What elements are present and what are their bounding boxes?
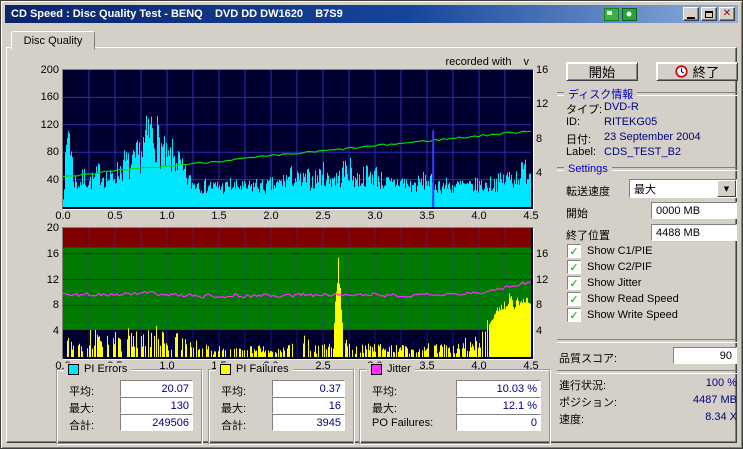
disc-type-label: タイプ: (566, 104, 603, 116)
disc-info-header: ディスク情報 (557, 86, 738, 102)
stat-label: 平均: (69, 386, 95, 398)
pi-errors-chart-canvas (63, 70, 531, 207)
legend-box-pi-errors: PI Errors 平均: 20.07 最大: 130 合計: 249506 (56, 363, 202, 444)
start-position-field[interactable]: 0000 MB (651, 202, 737, 219)
checkbox-icon: ✓ (567, 276, 581, 290)
chevron-down-icon[interactable]: ▼ (717, 180, 736, 197)
pi-errors-swatch (68, 363, 79, 375)
maximize-button[interactable] (701, 7, 717, 21)
pi-failures-swatch (220, 363, 231, 375)
jitter-swatch (371, 363, 382, 375)
transfer-speed-value: 最大 (634, 183, 656, 196)
checkbox-show-write-speed[interactable]: ✓ Show Write Speed (567, 308, 678, 322)
stat-label: 最大: (221, 403, 247, 415)
settings-header: Settings (557, 163, 738, 175)
separator (557, 339, 738, 343)
pi-failures-jitter-chart-canvas (63, 228, 531, 357)
recorded-with-text: recorded with (445, 56, 512, 68)
stat-value: 0 (456, 414, 541, 431)
position-value: 4487 MB (692, 394, 737, 406)
disc-id-value: RITEKG05 (604, 116, 658, 128)
checkbox-show-read-speed[interactable]: ✓ Show Read Speed (567, 292, 679, 306)
legend-box-pi-failures: PI Failures 平均: 0.37 最大: 16 合計: 3945 (208, 363, 354, 444)
stat-label: PO Failures: (372, 417, 434, 429)
checkbox-icon: ✓ (567, 292, 581, 306)
stat-label: 合計: (69, 420, 95, 432)
start-button[interactable]: 開始 (566, 62, 638, 81)
separator (557, 370, 738, 374)
legend-box-title: PI Errors (64, 363, 132, 375)
green-square-icon-2-img (621, 7, 637, 21)
green-square-icon-1-img (603, 7, 619, 21)
stat-value: 130 (120, 397, 193, 414)
quality-score-value: 90 (673, 347, 737, 364)
progress-value: 100 % (705, 377, 737, 389)
green-square-icon-2[interactable] (621, 7, 637, 21)
progress-label: 進行状況: (559, 380, 607, 392)
close-icon: ✕ (722, 8, 732, 19)
checkbox-show-c1-pie[interactable]: ✓ Show C1/PIE (567, 244, 652, 258)
disc-label-value: CDS_TEST_B2 (604, 146, 682, 158)
minimize-icon (687, 16, 695, 19)
legend-box-jitter: Jitter 平均: 10.03 % 最大: 12.1 % PO Failure… (359, 363, 550, 444)
window-title: CD Speed : Disc Quality Test - BENQ DVD … (11, 8, 343, 20)
checkbox-show-c2-pif[interactable]: ✓ Show C2/PIF (567, 260, 652, 274)
stat-value: 20.07 (120, 380, 193, 397)
stat-value: 12.1 % (456, 397, 541, 414)
stat-label: 合計: (221, 420, 247, 432)
position-label: ポジション: (559, 397, 618, 409)
transfer-speed-label: 転送速度 (566, 186, 610, 198)
end-position-label: 終了位置 (566, 230, 610, 242)
start-position-label: 開始 (566, 208, 588, 220)
checkbox-icon: ✓ (567, 260, 581, 274)
stat-value: 16 (272, 397, 345, 414)
disc-label-label: Label: (566, 146, 596, 158)
legend-box-title: Jitter (367, 363, 415, 375)
titlebar[interactable]: CD Speed : Disc Quality Test - BENQ DVD … (5, 5, 738, 23)
maximize-icon (705, 10, 713, 18)
exit-button[interactable]: 終了 (656, 62, 738, 81)
pi-errors-chart (62, 69, 534, 210)
recorded-with-indicator: v (523, 56, 530, 68)
legend-box-title: PI Failures (216, 363, 293, 375)
disc-id-label: ID: (566, 116, 581, 128)
quality-score-label: 品質スコア: (559, 353, 618, 365)
recorded-with-note: recorded with v (329, 56, 529, 68)
speed-value: 8.34 X (705, 411, 737, 423)
checkbox-show-jitter[interactable]: ✓ Show Jitter (567, 276, 641, 290)
checkbox-icon: ✓ (567, 244, 581, 258)
disc-date-label: 日付: (566, 134, 592, 146)
stat-label: 平均: (372, 386, 398, 398)
app-window: CD Speed : Disc Quality Test - BENQ DVD … (0, 0, 743, 449)
close-button[interactable]: ✕ (719, 7, 735, 21)
stat-label: 平均: (221, 386, 247, 398)
checkbox-icon: ✓ (567, 308, 581, 322)
pi-failures-jitter-chart (62, 227, 534, 360)
disc-date-value: 23 September 2004 (604, 131, 701, 143)
transfer-speed-select[interactable]: 最大 ▼ (629, 179, 737, 198)
stat-value: 10.03 % (456, 380, 541, 397)
speed-label: 速度: (559, 414, 585, 426)
disc-type-value: DVD-R (604, 101, 639, 113)
minimize-button[interactable] (683, 7, 699, 21)
stat-label: 最大: (69, 403, 95, 415)
tab-disc-quality[interactable]: Disc Quality (11, 31, 95, 50)
stat-value: 3945 (272, 414, 345, 431)
stat-label: 最大: (372, 403, 398, 415)
stat-value: 0.37 (272, 380, 345, 397)
green-square-icon-1[interactable] (603, 7, 619, 21)
clock-icon (675, 65, 688, 78)
stat-value: 249506 (120, 414, 193, 431)
end-position-field[interactable]: 4488 MB (651, 224, 737, 241)
